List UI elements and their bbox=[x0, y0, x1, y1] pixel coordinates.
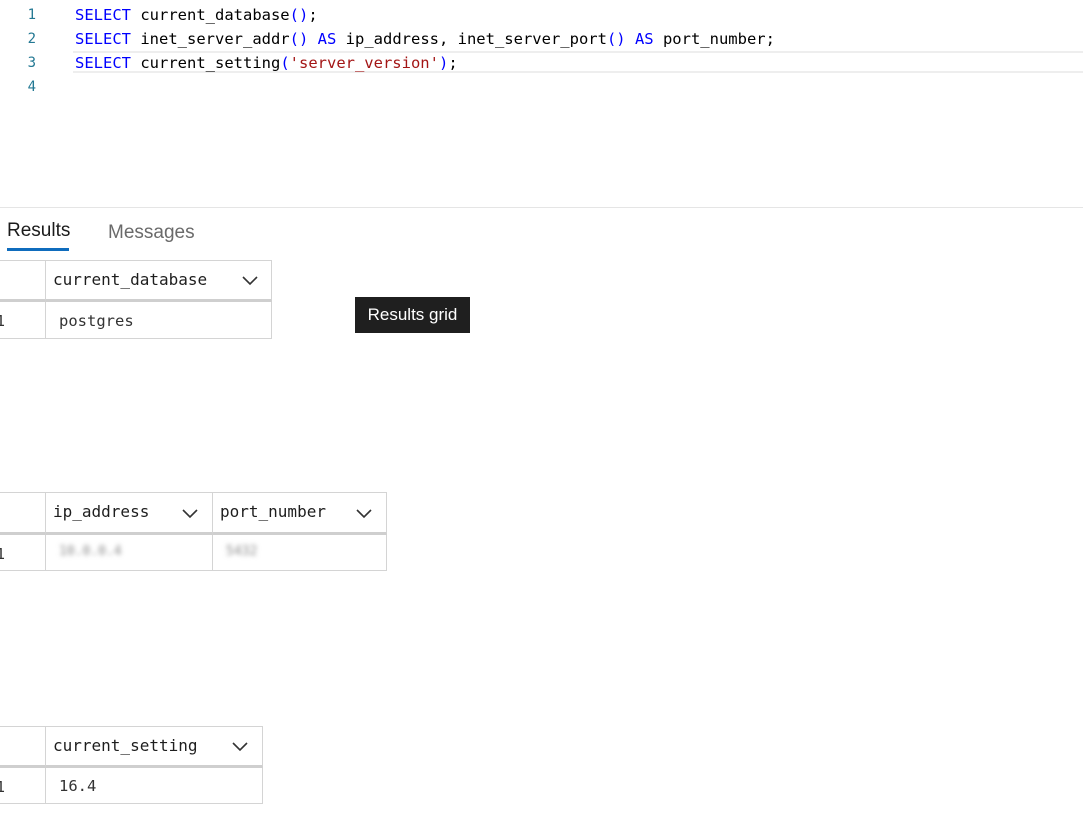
code-text: current_setting bbox=[131, 54, 281, 72]
chevron-down-icon[interactable] bbox=[242, 276, 258, 286]
code-text: ; bbox=[448, 54, 458, 72]
row-number: 1 bbox=[0, 302, 46, 339]
code-keyword: ) bbox=[438, 54, 449, 72]
code-keyword: ( bbox=[280, 54, 290, 72]
active-tab-indicator bbox=[7, 248, 69, 251]
editor-line[interactable]: 3 SELECT current_setting('server_version… bbox=[0, 51, 1083, 75]
column-header-ip-address[interactable]: ip_address bbox=[46, 492, 213, 535]
code-line[interactable]: SELECT current_setting('server_version')… bbox=[75, 51, 458, 75]
tab-messages[interactable]: Messages bbox=[108, 220, 195, 246]
code-text: inet_server_addr bbox=[131, 30, 290, 48]
line-number: 2 bbox=[27, 31, 36, 47]
chevron-down-icon[interactable] bbox=[356, 509, 372, 519]
table-cell[interactable]: postgres bbox=[46, 302, 272, 339]
code-keyword: AS bbox=[317, 30, 337, 48]
row-number-header[interactable] bbox=[0, 492, 46, 535]
query-editor[interactable]: 1 SELECT current_database(); 2 SELECT in… bbox=[0, 0, 1083, 207]
column-header-current-database[interactable]: current_database bbox=[46, 260, 272, 302]
chevron-down-icon[interactable] bbox=[232, 742, 248, 752]
editor-line[interactable]: 4 bbox=[0, 75, 1083, 99]
column-header-label: current_setting bbox=[53, 736, 198, 755]
column-header-label: port_number bbox=[220, 502, 326, 521]
code-text: ; bbox=[308, 6, 318, 24]
row-number: 1 bbox=[0, 768, 46, 804]
code-text: ip_address, inet_server_port bbox=[336, 30, 607, 48]
row-number: 1 bbox=[0, 535, 46, 571]
line-number: 1 bbox=[27, 7, 36, 23]
column-header-label: current_database bbox=[53, 270, 208, 289]
editor-line[interactable]: 1 SELECT current_database(); bbox=[0, 3, 1083, 27]
editor-results-divider[interactable] bbox=[0, 207, 1083, 208]
code-text: port_number; bbox=[653, 30, 775, 48]
code-string: 'server_version' bbox=[289, 54, 439, 72]
table-cell[interactable]: 10.0.0.4 bbox=[46, 535, 213, 571]
table-cell[interactable]: 5432 bbox=[213, 535, 387, 571]
code-keyword: SELECT bbox=[75, 54, 131, 72]
row-number-header[interactable] bbox=[0, 260, 46, 302]
code-line[interactable]: SELECT inet_server_addr() AS ip_address,… bbox=[75, 27, 775, 51]
code-keyword: SELECT bbox=[75, 30, 131, 48]
code-keyword: () bbox=[289, 6, 309, 24]
code-keyword: () bbox=[289, 30, 309, 48]
line-number: 4 bbox=[27, 79, 36, 95]
code-keyword: SELECT bbox=[75, 6, 131, 24]
chevron-down-icon[interactable] bbox=[182, 509, 198, 519]
tab-results[interactable]: Results bbox=[7, 218, 70, 244]
tooltip-results-grid: Results grid bbox=[355, 297, 470, 333]
code-line[interactable]: SELECT current_database(); bbox=[75, 3, 318, 27]
table-cell[interactable]: 16.4 bbox=[46, 768, 263, 804]
row-number-header[interactable] bbox=[0, 726, 46, 768]
editor-line[interactable]: 2 SELECT inet_server_addr() AS ip_addres… bbox=[0, 27, 1083, 51]
code-keyword: AS bbox=[634, 30, 654, 48]
column-header-port-number[interactable]: port_number bbox=[213, 492, 387, 535]
code-keyword: () bbox=[606, 30, 626, 48]
line-number: 3 bbox=[27, 55, 36, 71]
code-text: current_database bbox=[131, 6, 290, 24]
column-header-label: ip_address bbox=[53, 502, 150, 521]
column-header-current-setting[interactable]: current_setting bbox=[46, 726, 263, 768]
